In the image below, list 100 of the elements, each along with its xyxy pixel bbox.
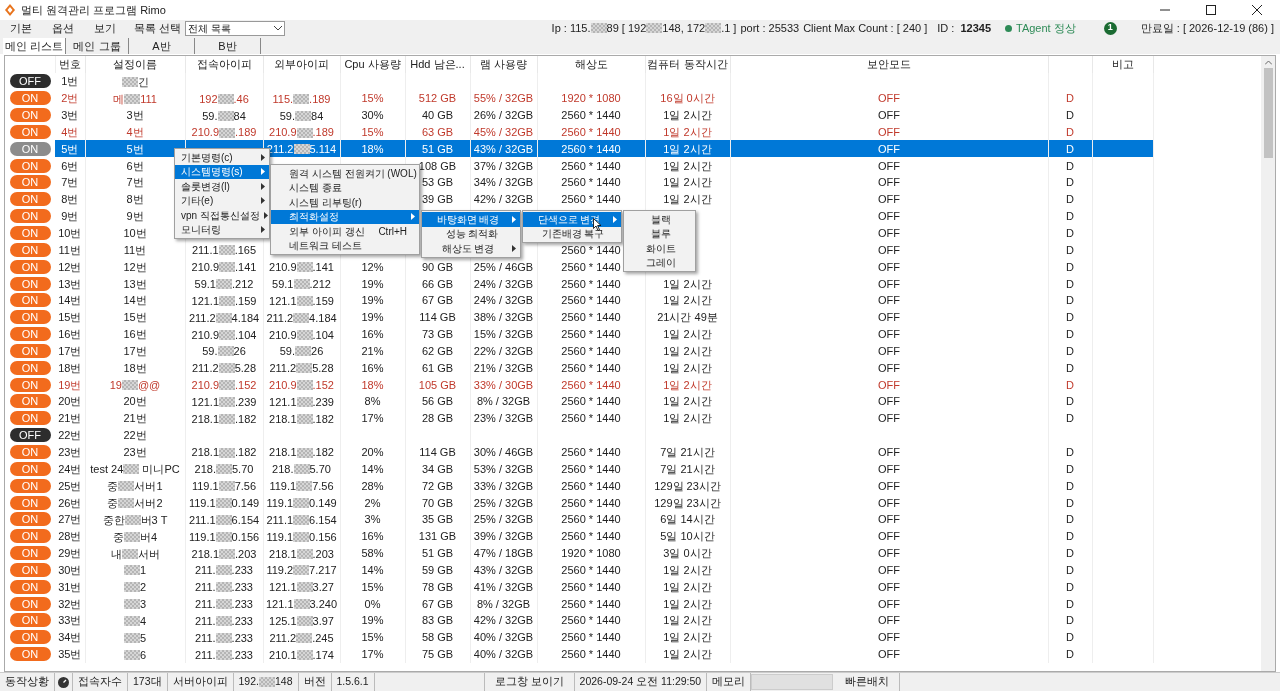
table-cell: 16번: [58, 328, 82, 341]
menu-item[interactable]: 바탕화면 배경: [422, 212, 520, 227]
redaction-block: [118, 481, 135, 492]
table-cell: 13번: [58, 277, 82, 290]
status-button[interactable]: 빠른배치: [835, 673, 901, 691]
status-button[interactable]: 로그창 보이기: [484, 673, 575, 691]
table-cell: 211.: [195, 581, 216, 594]
column-header[interactable]: 비고: [1111, 58, 1134, 71]
menu-item[interactable]: 시스템 종료: [271, 180, 419, 195]
column-header[interactable]: 보안모드: [867, 58, 911, 71]
table-cell: 121.1: [269, 294, 297, 307]
menu-item[interactable]: 기존배경 복구: [523, 226, 621, 241]
menu-item[interactable]: 그레이: [624, 255, 695, 270]
table-cell: OFF: [878, 311, 900, 324]
table-cell: D: [1066, 92, 1074, 105]
table-cell: 2560 * 1440: [561, 243, 621, 256]
table-cell: D: [1066, 563, 1074, 576]
table-cell: .182: [235, 446, 257, 459]
menu-item[interactable]: 해상도 변경: [422, 241, 520, 256]
menu-item[interactable]: 솔룻변경(l): [175, 179, 269, 194]
redaction-block: [118, 498, 135, 509]
table-cell: OFF: [878, 513, 900, 526]
table-cell: 72 GB: [421, 479, 454, 492]
table-cell: 30번: [58, 563, 82, 576]
menu-item[interactable]: 보기: [84, 19, 126, 37]
status-label: 접속자수: [73, 673, 128, 691]
table-cell: 2560 * 1440: [561, 446, 621, 458]
menu-item[interactable]: 화이트: [624, 241, 695, 256]
menu-item[interactable]: 최적화설정: [271, 209, 419, 224]
menu-item[interactable]: 블랙: [624, 212, 695, 227]
close-icon: [1252, 5, 1262, 15]
table-cell: 211.1: [266, 513, 294, 526]
menu-item[interactable]: 기본명령(c): [175, 150, 269, 165]
column-header[interactable]: 램 사용량: [479, 58, 528, 71]
column-header[interactable]: 외부아이피: [274, 58, 329, 71]
column-header[interactable]: 설정이름: [113, 58, 157, 71]
table-cell: OFF: [878, 631, 900, 644]
table-cell: 21시간 49분: [657, 311, 718, 324]
table-cell: D: [1066, 446, 1074, 458]
expiry-date: 만료일 : [ 2026-12-19 (86) ]: [1140, 20, 1274, 36]
tab[interactable]: 메인 리스트: [3, 38, 66, 54]
app-logo-icon: [5, 4, 15, 16]
table-cell: 18번: [58, 361, 82, 374]
table-cell: 8번: [126, 193, 144, 206]
menu-item[interactable]: vpn 직접통신설정: [175, 208, 269, 223]
column-header[interactable]: Cpu 사용량: [344, 58, 401, 71]
menu-item[interactable]: 옵션: [42, 19, 84, 37]
menu-item[interactable]: 성능 최적화: [422, 226, 520, 241]
table-cell: 3.240: [309, 598, 338, 611]
table-cell: 61 GB: [421, 361, 454, 374]
table-cell: D: [1066, 109, 1074, 122]
table-cell: D: [1066, 142, 1074, 155]
power-toggle[interactable]: OFF: [9, 74, 51, 89]
table-cell: 114 GB: [419, 446, 456, 458]
power-toggle[interactable]: OFF: [9, 428, 51, 443]
table-cell: 218.1: [191, 412, 220, 425]
table-cell: 1: [139, 564, 147, 577]
agent-status: TAgent 정상: [1016, 20, 1076, 36]
table-cell: 17번: [123, 344, 147, 357]
table-cell: 84: [311, 109, 324, 122]
column-header[interactable]: 번호: [59, 58, 81, 71]
redaction-block: [121, 380, 138, 391]
menu-item[interactable]: 네트워크 테스트: [271, 238, 419, 253]
menu-item[interactable]: 시스템명령(s): [175, 164, 269, 179]
table-cell: 12%: [361, 260, 384, 273]
table-cell: 7일 21시간: [660, 462, 715, 475]
table-cell: 15% / 32GB: [473, 328, 534, 341]
column-header[interactable]: 컴퓨터 동작시간: [647, 58, 728, 71]
id-value: 12345: [960, 20, 991, 36]
table-cell: 2560 * 1440: [561, 563, 621, 576]
table-cell: 15%: [361, 125, 384, 138]
menu-item[interactable]: 원격 시스템 전원켜기 (WOL): [271, 166, 419, 181]
table-cell: 211.2: [269, 362, 297, 375]
column-header[interactable]: 해상도: [574, 58, 608, 71]
table-cell: .233: [231, 631, 253, 644]
column-header[interactable]: 접속아이피: [196, 58, 252, 71]
redaction-block: [215, 582, 232, 593]
table-cell: 11번: [58, 243, 81, 256]
list-select-dropdown[interactable]: 전체 목록: [185, 20, 286, 36]
table-cell: 5.70: [309, 463, 331, 476]
redaction-block: [296, 329, 313, 340]
menu-item[interactable]: 외부 아이피 갱신 Ctrl+H: [271, 224, 419, 239]
table-cell: 8% / 32GB: [476, 395, 531, 408]
scrollbar[interactable]: [1261, 56, 1275, 671]
table-cell: 2560 * 1440: [561, 328, 621, 341]
redaction-block: [215, 632, 232, 643]
table-cell: 35 GB: [421, 513, 454, 526]
table-cell: 26: [311, 345, 324, 358]
menu-item[interactable]: 시스템 리부팅(r): [271, 195, 419, 210]
table-cell: 26% / 32GB: [473, 109, 534, 122]
scrollbar-thumb[interactable]: [1263, 68, 1273, 158]
menu-item[interactable]: 기본: [0, 19, 42, 37]
redaction-block: [123, 531, 140, 542]
menu-item[interactable]: 기타(e): [175, 193, 269, 208]
table-cell: 15번: [58, 311, 82, 324]
table-cell: 70 GB: [421, 496, 454, 509]
table-cell: 1일 2시간: [663, 328, 712, 341]
menu-item[interactable]: 모니터링: [175, 222, 269, 237]
column-header[interactable]: Hdd 남은...: [410, 58, 465, 71]
menu-item[interactable]: 블루: [624, 226, 695, 241]
